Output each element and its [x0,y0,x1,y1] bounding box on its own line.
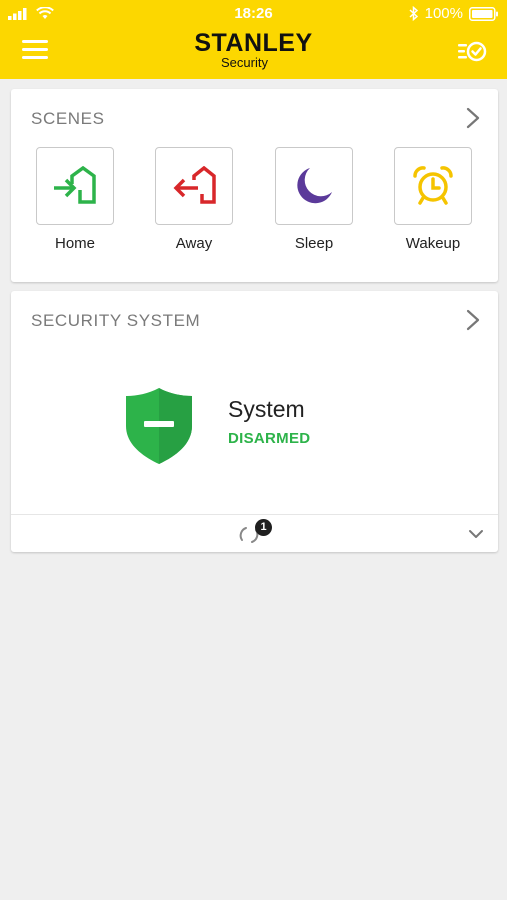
moon-icon [297,168,332,204]
scene-home-label: Home [54,235,95,252]
app-header: 18:26 100% STANLEY Security [0,0,507,79]
battery-icon [469,6,498,21]
home-arrive-icon [54,166,96,204]
chevron-right-icon [466,309,480,331]
scene-wakeup-tile[interactable] [394,147,472,225]
sync-button[interactable]: 1 [237,519,277,547]
shield-disarmed-icon [126,388,192,464]
battery-percent: 100% [424,5,463,22]
security-system-card: SECURITY SYSTEM System DISARMED 1 [11,291,498,552]
scenes-title: SCENES [31,109,105,128]
system-name: System [228,396,305,422]
home-leave-icon [173,166,216,204]
card-divider [11,514,498,515]
chevron-down-icon [469,530,483,538]
expand-button[interactable] [468,527,484,539]
system-status: DISARMED [228,430,311,447]
brand-subtitle: Security [221,55,268,70]
scene-sleep-tile[interactable] [275,147,353,225]
security-open-button[interactable] [466,309,480,331]
scene-away-tile[interactable] [155,147,233,225]
chevron-right-icon [466,107,480,129]
timeline-button[interactable] [457,38,487,66]
scenes-open-button[interactable] [466,107,480,129]
scene-away[interactable]: Away [155,147,233,252]
security-title: SECURITY SYSTEM [31,311,201,330]
status-bar: 18:26 100% [0,0,507,28]
bluetooth-icon [409,6,418,21]
scene-home[interactable]: Home [36,147,114,252]
scene-wakeup[interactable]: Wakeup [394,147,472,252]
system-status-shield[interactable] [124,386,194,466]
scene-wakeup-label: Wakeup [405,235,461,252]
scene-away-label: Away [175,235,213,252]
brand-name: STANLEY [194,29,313,57]
sync-count-badge: 1 [255,519,272,536]
brand-logo: STANLEY Security [0,30,507,70]
scenes-card: SCENES Home Away Sleep Wakeup [11,89,498,282]
status-right: 100% [409,5,499,22]
scene-home-tile[interactable] [36,147,114,225]
timeline-check-icon [458,41,487,62]
scene-sleep[interactable]: Sleep [275,147,353,252]
alarm-clock-icon [413,166,453,205]
scene-sleep-label: Sleep [294,235,334,252]
